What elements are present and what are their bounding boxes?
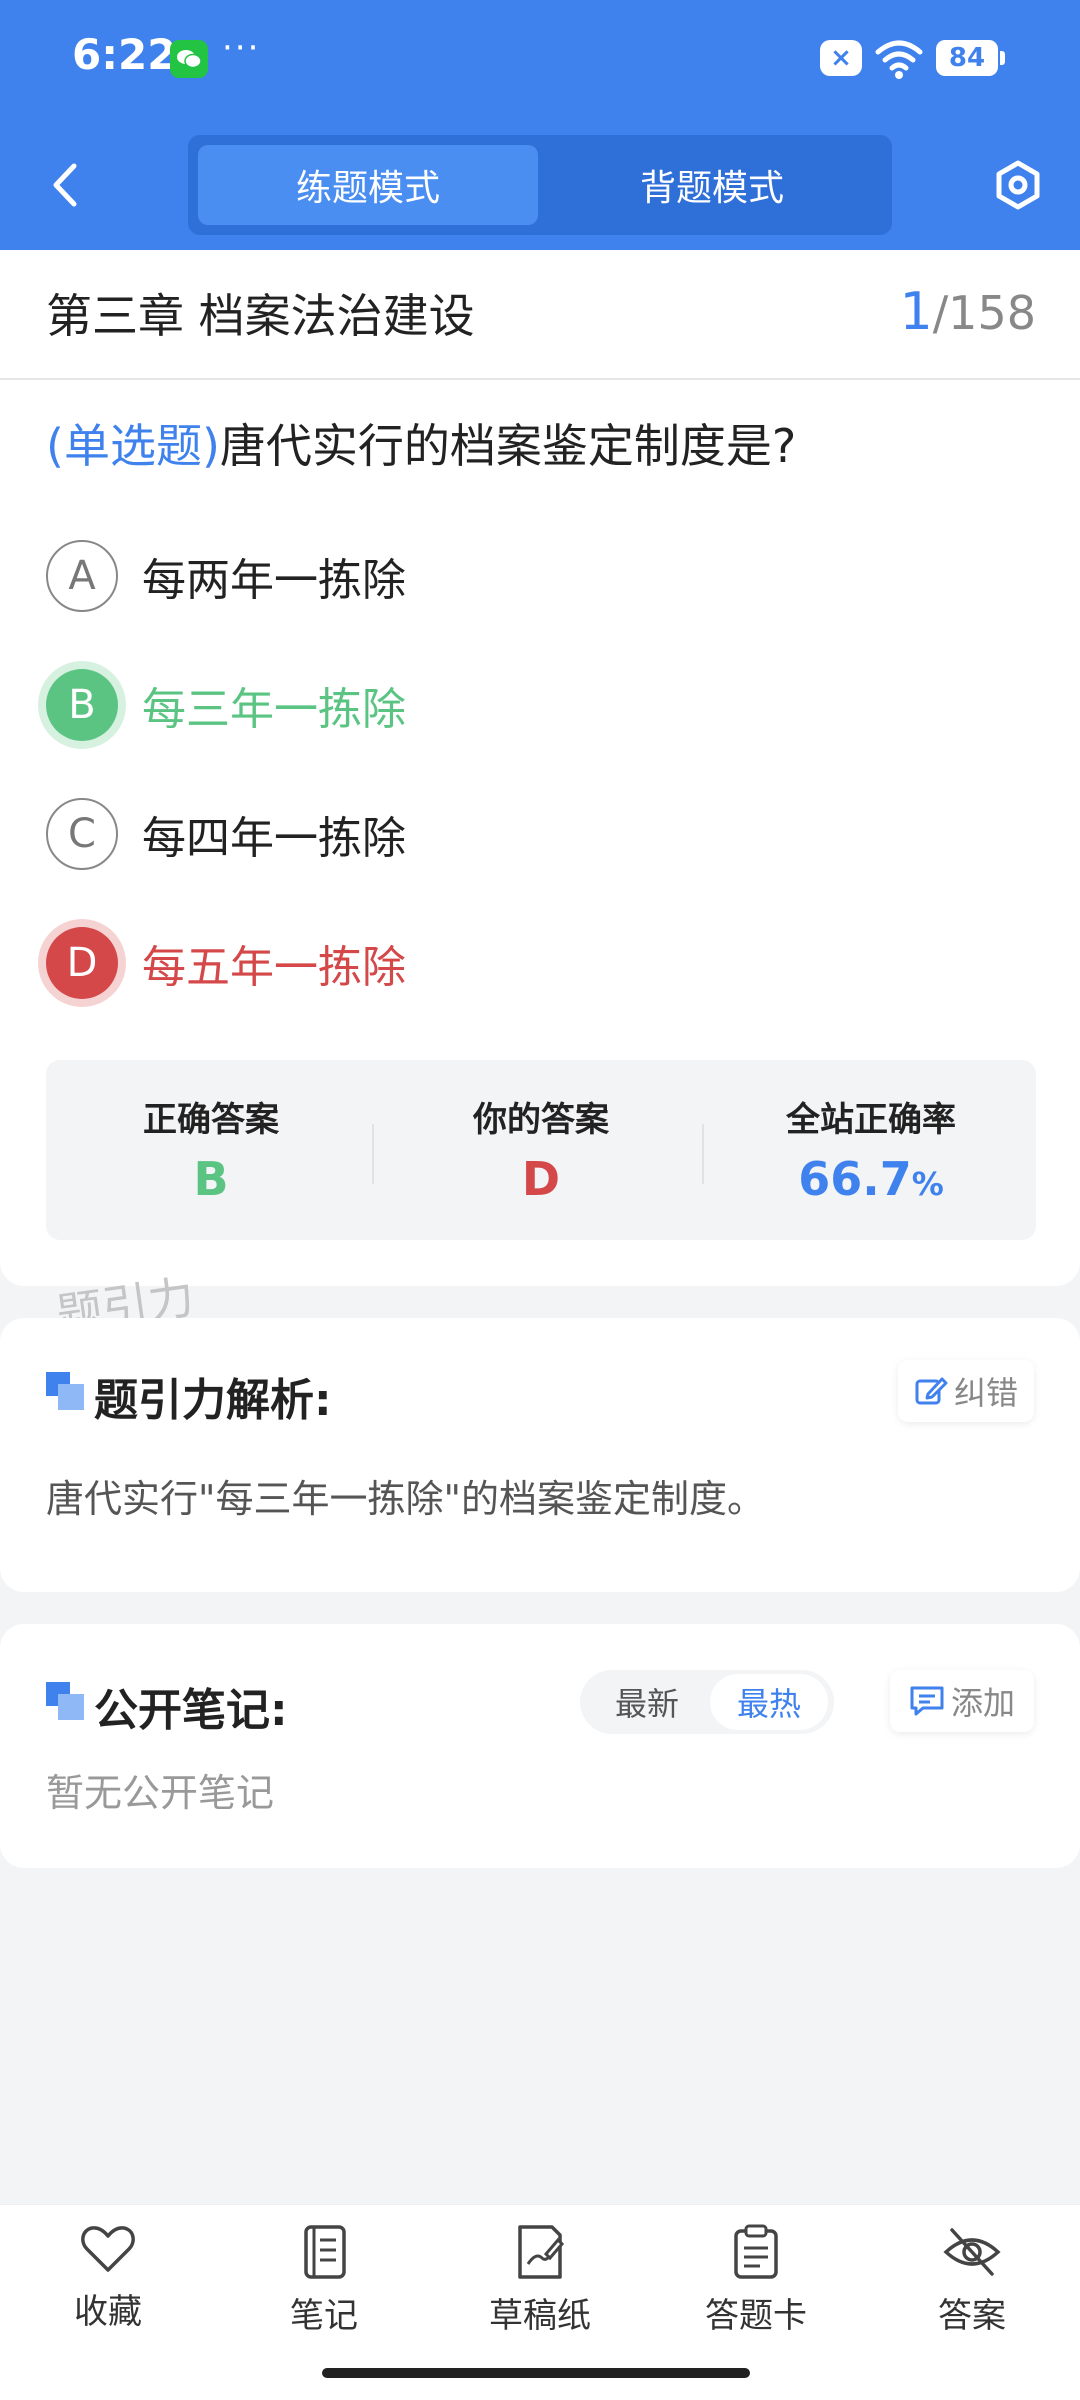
your-answer-stat: 你的答案 D (376, 1060, 706, 1240)
accuracy-number: 66.7 (798, 1152, 912, 1206)
status-more-dots: ··· (222, 28, 261, 68)
option-text: 每四年一拣除 (142, 813, 406, 864)
notes-sort-toggle: 最新 最热 (580, 1670, 834, 1734)
tab-answer-card[interactable]: 答题卡 (676, 2224, 836, 2344)
comment-icon (910, 1686, 944, 1716)
option-d[interactable]: D 每五年一拣除 (46, 923, 406, 1003)
sort-newest[interactable]: 最新 (588, 1674, 706, 1730)
accuracy-value: 66.7% (706, 1152, 1036, 1206)
add-note-button[interactable]: 添加 (890, 1670, 1034, 1732)
sort-hottest[interactable]: 最热 (710, 1674, 828, 1730)
settings-hex-icon (996, 160, 1040, 210)
tab-label: 草稿纸 (489, 2296, 591, 2336)
option-letter: A (46, 540, 118, 612)
accuracy-label: 全站正确率 (786, 1100, 956, 1140)
correct-answer-value: B (193, 1152, 229, 1206)
option-letter: C (46, 798, 118, 870)
eye-off-icon (943, 2228, 1001, 2276)
mode-switcher: 练题模式 背题模式 (188, 135, 892, 235)
tab-label: 答案 (938, 2296, 1006, 2336)
analysis-text: 唐代实行"每三年一拣除"的档案鉴定制度。 (46, 1477, 765, 1521)
analysis-title: 题引力解析: (94, 1375, 332, 1426)
section-marker-icon (46, 1682, 84, 1720)
notes-empty-text: 暂无公开笔记 (46, 1771, 275, 1815)
accuracy-unit: % (911, 1165, 944, 1203)
answer-stats-panel: 正确答案 B 你的答案 D 全站正确率 66.7% (46, 1060, 1036, 1240)
answer-card-icon (734, 2224, 778, 2279)
your-answer-value: D (521, 1152, 561, 1206)
draft-paper-icon (518, 2225, 565, 2279)
accuracy-stat: 全站正确率 66.7% (706, 1060, 1036, 1240)
tab-memorize-mode[interactable]: 背题模式 (542, 145, 882, 225)
option-b[interactable]: B 每三年一拣除 (46, 665, 406, 745)
settings-button[interactable] (988, 150, 1048, 220)
question-type: (单选题) (46, 419, 220, 473)
tab-label: 笔记 (290, 2296, 358, 2336)
section-marker-icon (46, 1372, 84, 1410)
option-c[interactable]: C 每四年一拣除 (46, 794, 406, 874)
tab-favorite[interactable]: 收藏 (28, 2224, 188, 2344)
notes-title: 公开笔记: (94, 1685, 288, 1736)
your-answer-label: 你的答案 (473, 1100, 609, 1140)
tab-answer-toggle[interactable]: 答案 (892, 2224, 1052, 2344)
heart-icon (81, 2226, 135, 2272)
option-text: 每五年一拣除 (142, 942, 406, 993)
notes-card (0, 1624, 1080, 1868)
chevron-left-icon (53, 163, 77, 207)
notebook-icon (304, 2225, 346, 2279)
tab-practice-mode[interactable]: 练题模式 (198, 145, 538, 225)
tab-draft-paper[interactable]: 草稿纸 (460, 2224, 620, 2344)
edit-icon (915, 1377, 948, 1405)
wifi-icon (874, 36, 924, 80)
question-counter: 1/158 (900, 282, 1036, 342)
current-question-number: 1 (899, 282, 933, 342)
stats-divider (702, 1124, 704, 1184)
option-letter: B (46, 669, 118, 741)
question-text: (单选题)唐代实行的档案鉴定制度是? (46, 410, 796, 476)
tab-label: 答题卡 (705, 2296, 807, 2336)
chapter-title: 第三章 档案法治建设 (46, 289, 475, 343)
report-error-label: 纠错 (953, 1374, 1018, 1412)
correct-answer-label: 正确答案 (143, 1100, 279, 1140)
battery-indicator: 84 (936, 40, 1005, 76)
correct-answer-stat: 正确答案 B (46, 1060, 376, 1240)
status-bar: 6:22 ··· × 84 (0, 0, 1080, 120)
header-divider (0, 378, 1080, 380)
add-note-label: 添加 (950, 1684, 1015, 1722)
report-error-button[interactable]: 纠错 (898, 1360, 1034, 1422)
no-sim-icon: × (820, 40, 862, 76)
option-text: 每三年一拣除 (142, 684, 406, 735)
back-button[interactable] (40, 150, 90, 220)
wechat-icon (170, 40, 208, 78)
option-text: 每两年一拣除 (142, 555, 406, 606)
status-time: 6:22 (72, 30, 177, 79)
option-letter: D (46, 927, 118, 999)
tab-notes[interactable]: 笔记 (244, 2224, 404, 2344)
total-questions: /158 (932, 286, 1036, 340)
home-indicator[interactable] (322, 2368, 750, 2378)
question-stem: 唐代实行的档案鉴定制度是? (219, 419, 797, 473)
stats-divider (372, 1124, 374, 1184)
option-a[interactable]: A 每两年一拣除 (46, 536, 406, 616)
tab-label: 收藏 (74, 2292, 142, 2332)
